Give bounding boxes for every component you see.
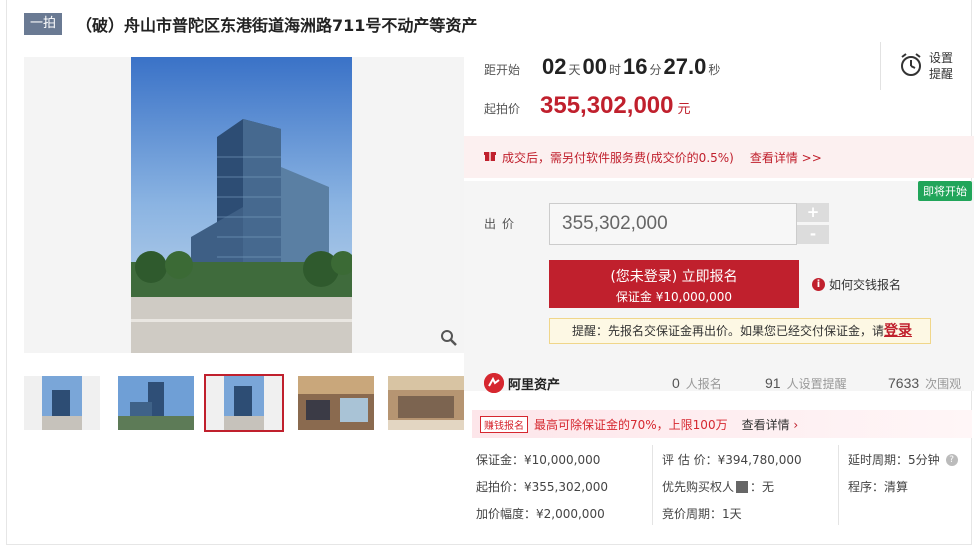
register-deposit-label: 保证金 ¥10,000,000	[615, 290, 733, 304]
countdown-minutes: 16	[623, 54, 648, 79]
countdown-label: 距开始	[484, 63, 521, 77]
login-tip-text: 提醒：先报名交保证金再出价。如果您已经交付保证金，请	[572, 324, 885, 338]
registered-count: 0	[672, 375, 680, 391]
thumbnail-4[interactable]	[298, 376, 374, 430]
thumbnail-1[interactable]	[24, 376, 100, 430]
alarm-clock-icon	[899, 52, 923, 81]
loan-details-link[interactable]: 查看详情 ›	[742, 416, 799, 433]
reminder-label: 人设置提醒	[786, 377, 847, 391]
bid-label: 出价	[484, 217, 521, 231]
registered-stat: 0 人报名	[672, 375, 722, 392]
countdown-hours: 00	[582, 54, 607, 79]
reminder-stat: 91 人设置提醒	[765, 375, 847, 392]
bid-decrease-button[interactable]: -	[797, 225, 829, 244]
zoom-icon[interactable]	[440, 329, 458, 347]
start-price-info: 起拍价：¥355,302,000	[476, 480, 608, 494]
seconds-unit: 秒	[708, 63, 721, 77]
register-button-label: (您未登录) 立即报名	[610, 269, 738, 285]
delay-period-info: 延时周期：5分钟 ?	[848, 451, 958, 468]
login-link[interactable]: 登录	[884, 323, 912, 339]
days-unit: 天	[568, 63, 581, 77]
deposit-info: 保证金：¥10,000,000	[476, 453, 601, 467]
countdown-seconds: 27.0	[663, 54, 707, 79]
minutes-unit: 分	[649, 63, 662, 77]
delay-period-text: 延时周期：5分钟	[848, 453, 940, 467]
how-to-register-label: 如何交钱报名	[829, 278, 902, 292]
login-tip: 提醒：先报名交保证金再出价。如果您已经交付保证金，请登录	[549, 318, 931, 344]
countdown-days: 02	[542, 54, 567, 79]
bid-panel: 即将开始 出价 355,302,000 + - (您未登录) 立即报名 保证金 …	[464, 181, 974, 391]
appraisal-info: 评 估 价：¥394,780,000	[662, 453, 802, 467]
auction-round-badge: 一拍	[24, 13, 63, 35]
views-count: 7633	[888, 375, 920, 391]
bid-period-info: 竞价周期：1天	[662, 507, 742, 521]
set-reminder-button[interactable]: 设置提醒	[880, 42, 974, 90]
platform-name: 阿里资产	[508, 377, 561, 393]
countdown: 距开始 02 天 00 时 16 分 27.0 秒	[484, 54, 722, 80]
start-price-row: 起拍价 355,302,000 元	[484, 92, 691, 120]
chevron-right-icon: ›	[793, 417, 799, 432]
page-title: （破）舟山市普陀区东港街道海洲路711号不动产等资产	[76, 16, 478, 35]
start-price-value: 355,302,000	[540, 92, 674, 119]
thumbnail-3-selected[interactable]	[204, 374, 284, 432]
increment-info: 加价幅度：¥2,000,000	[476, 507, 605, 521]
start-price-unit: 元	[677, 102, 691, 117]
priority-buyer-label: 优先购买权人	[662, 480, 735, 494]
main-image-viewer[interactable]	[24, 57, 464, 353]
thumbnail-strip	[24, 374, 464, 432]
registered-label: 人报名	[685, 377, 722, 391]
procedure-info: 程序：清算	[848, 480, 909, 494]
help-icon[interactable]: ?	[945, 453, 958, 466]
info-icon: i	[812, 278, 825, 291]
service-fee-text: 成交后，需另付软件服务费(成交价的0.5%)	[502, 150, 734, 165]
views-label: 次围观	[925, 377, 962, 391]
details-divider-1	[652, 445, 653, 525]
loan-text: 最高可除保证金的70%，上限100万	[534, 417, 728, 432]
start-price-label: 起拍价	[484, 102, 521, 116]
auction-details: 保证金：¥10,000,000 起拍价：¥355,302,000 加价幅度：¥2…	[472, 445, 972, 535]
reminder-count: 91	[765, 375, 781, 391]
ali-assets-logo-icon	[484, 373, 504, 393]
loan-details-label: 查看详情	[741, 417, 790, 432]
set-reminder-label: 设置提醒	[929, 51, 954, 81]
priority-buyer-value: ：无	[750, 480, 775, 494]
gift-icon	[484, 150, 496, 165]
bid-increase-button[interactable]: +	[797, 203, 829, 222]
building-photo	[131, 57, 352, 353]
service-fee-details-link[interactable]: 查看详情 >>	[750, 149, 822, 166]
thumbnail-2[interactable]	[118, 376, 194, 430]
hours-unit: 时	[609, 63, 622, 77]
title-row: 一拍 （破）舟山市普陀区东港街道海洲路711号不动产等资产	[24, 12, 477, 36]
status-badge: 即将开始	[918, 181, 972, 201]
thumbnail-5[interactable]	[388, 376, 464, 430]
priority-help-icon[interactable]	[736, 480, 749, 493]
loan-tag: 赚钱报名	[480, 415, 528, 433]
how-to-register-link[interactable]: i 如何交钱报名	[812, 276, 901, 293]
details-divider-2	[838, 445, 839, 525]
register-button[interactable]: (您未登录) 立即报名 保证金 ¥10,000,000	[549, 260, 799, 308]
views-stat: 7633 次围观	[888, 375, 961, 392]
deposit-loan-banner: 赚钱报名 最高可除保证金的70%，上限100万 查看详情 ›	[472, 410, 972, 438]
platform-brand[interactable]: 阿里资产	[484, 373, 560, 393]
bid-amount-input[interactable]: 355,302,000	[549, 203, 797, 245]
priority-buyer-info: 优先购买权人 ：无	[662, 478, 774, 495]
service-fee-notice: 成交后，需另付软件服务费(成交价的0.5%) 查看详情 >>	[464, 136, 974, 178]
